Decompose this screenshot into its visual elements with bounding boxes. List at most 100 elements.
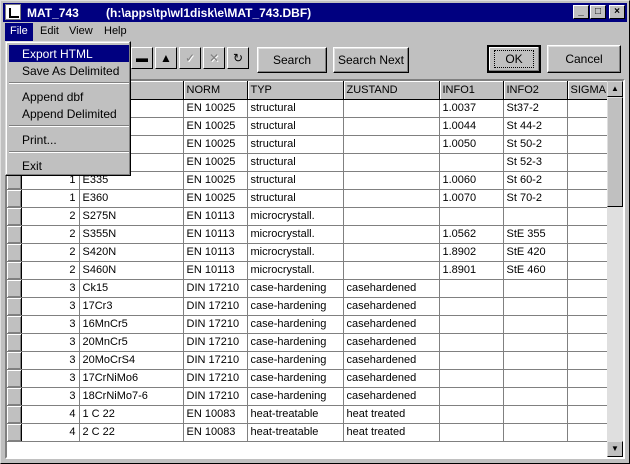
table-row[interactable]: 3 Ck15 DIN 17210 case-hardening casehardened bbox=[7, 279, 612, 298]
table-cell: 1.0037 bbox=[439, 99, 504, 118]
table-row[interactable]: 3 17Cr3 DIN 17210 case-hardening casehardene… bbox=[7, 297, 612, 316]
table-cell: case-hardening bbox=[247, 279, 344, 298]
table-row[interactable]: 2 S355N EN 10113 microcrystall. 1.0562 StE 35… bbox=[7, 225, 612, 244]
menu-item-print[interactable]: Print... bbox=[9, 131, 129, 148]
table-row[interactable]: 1 E360 EN 10025 structural 1.0070 St 70-2 bbox=[7, 189, 612, 208]
table-cell: St 60-2 bbox=[503, 171, 568, 190]
table-cell: EN 10113 bbox=[183, 207, 248, 226]
menu-help[interactable]: Help bbox=[99, 23, 132, 41]
table-cell: 3 bbox=[21, 333, 80, 352]
checkmark-icon[interactable]: ✓ bbox=[179, 47, 201, 69]
table-cell bbox=[567, 243, 612, 262]
close-button[interactable]: × bbox=[609, 5, 625, 19]
scroll-up-icon[interactable]: ▲ bbox=[607, 81, 623, 97]
column-header[interactable]: TYP bbox=[247, 81, 344, 100]
table-row[interactable]: 3 20MoCrS4 DIN 17210 case-hardening casehard… bbox=[7, 351, 612, 370]
table-cell: Ck15 bbox=[79, 279, 184, 298]
table-row[interactable]: 41 C 22 EN 10083 heat-treatable heat treate… bbox=[7, 405, 612, 424]
table-cell bbox=[439, 333, 504, 352]
table-cell: 3 bbox=[21, 315, 80, 334]
row-selector[interactable] bbox=[7, 369, 22, 388]
column-header[interactable]: NORM bbox=[183, 81, 248, 100]
row-selector[interactable] bbox=[7, 423, 22, 442]
table-row[interactable]: 42 C 22 EN 10083 heat-treatable heat treate… bbox=[7, 423, 612, 442]
app-icon[interactable] bbox=[5, 4, 21, 20]
minimize-button[interactable]: _ bbox=[573, 5, 589, 19]
table-cell: case-hardening bbox=[247, 333, 344, 352]
row-selector[interactable] bbox=[7, 351, 22, 370]
table-row[interactable]: 3 17CrNiMo6 DIN 17210 case-hardening casehar… bbox=[7, 369, 612, 388]
row-selector[interactable] bbox=[7, 279, 22, 298]
menu-item-save-as-delimited[interactable]: Save As Delimited bbox=[9, 62, 129, 79]
table-cell: 20MnCr5 bbox=[79, 333, 184, 352]
up-triangle-icon[interactable]: ▲ bbox=[155, 47, 177, 69]
table-cell: EN 10025 bbox=[183, 117, 248, 136]
scroll-down-icon[interactable]: ▼ bbox=[607, 441, 623, 457]
table-cell bbox=[567, 225, 612, 244]
row-selector[interactable] bbox=[7, 405, 22, 424]
row-selector[interactable] bbox=[7, 225, 22, 244]
refresh-icon[interactable]: ↻ bbox=[227, 47, 249, 69]
ok-button[interactable]: OK bbox=[487, 45, 541, 73]
column-header[interactable]: INFO2 bbox=[503, 81, 568, 100]
table-cell: EN 10025 bbox=[183, 153, 248, 172]
menu-bar: File Edit View Help bbox=[3, 23, 627, 41]
table-row[interactable]: 3 18CrNiMo7-6 DIN 17210 case-hardening caseh… bbox=[7, 387, 612, 406]
table-cell bbox=[439, 315, 504, 334]
menu-item-append-delimited[interactable]: Append Delimited bbox=[9, 105, 129, 122]
table-cell bbox=[439, 153, 504, 172]
table-cell bbox=[503, 279, 568, 298]
table-cell: DIN 17210 bbox=[183, 387, 248, 406]
menu-separator bbox=[9, 82, 129, 84]
table-cell: casehardened bbox=[343, 315, 440, 334]
row-selector[interactable] bbox=[7, 297, 22, 316]
table-cell: S355N bbox=[79, 225, 184, 244]
search-button[interactable]: Search bbox=[257, 47, 327, 73]
menu-view[interactable]: View bbox=[64, 23, 98, 41]
table-cell bbox=[567, 423, 612, 442]
x-icon[interactable]: ✕ bbox=[203, 47, 225, 69]
menu-edit[interactable]: Edit bbox=[35, 23, 64, 41]
menu-item-export-html[interactable]: Export HTML bbox=[9, 45, 129, 62]
row-selector[interactable] bbox=[7, 333, 22, 352]
table-cell bbox=[343, 99, 440, 118]
column-header[interactable]: SIGMA bbox=[567, 81, 612, 100]
table-cell: 20MoCrS4 bbox=[79, 351, 184, 370]
table-cell: 17CrNiMo6 bbox=[79, 369, 184, 388]
table-cell bbox=[567, 135, 612, 154]
title-bar[interactable]: MAT_743 (h:\apps\tp\wl1disk\e\MAT_743.DB… bbox=[3, 3, 627, 22]
row-selector[interactable] bbox=[7, 243, 22, 262]
table-cell: structural bbox=[247, 99, 344, 118]
table-cell: microcrystall. bbox=[247, 261, 344, 280]
table-row[interactable]: 2 S460N EN 10113 microcrystall. 1.8901 StE 46… bbox=[7, 261, 612, 280]
table-row[interactable]: 2 S275N EN 10113 microcrystall. bbox=[7, 207, 612, 226]
menu-file[interactable]: File bbox=[5, 23, 33, 41]
minus-icon[interactable]: ▬ bbox=[131, 47, 153, 69]
column-header[interactable]: INFO1 bbox=[439, 81, 504, 100]
row-selector[interactable] bbox=[7, 261, 22, 280]
application-window: MAT_743 (h:\apps\tp\wl1disk\e\MAT_743.DB… bbox=[0, 0, 630, 464]
table-cell: EN 10025 bbox=[183, 189, 248, 208]
row-selector[interactable] bbox=[7, 207, 22, 226]
table-cell: casehardened bbox=[343, 351, 440, 370]
table-row[interactable]: 3 20MnCr5 DIN 17210 case-hardening caseharde… bbox=[7, 333, 612, 352]
table-row[interactable]: 3 16MnCr5 DIN 17210 case-hardening caseharde… bbox=[7, 315, 612, 334]
maximize-button[interactable]: □ bbox=[590, 5, 606, 19]
table-cell: 3 bbox=[21, 279, 80, 298]
scroll-thumb[interactable] bbox=[607, 97, 623, 207]
table-row[interactable]: 2 S420N EN 10113 microcrystall. 1.8902 StE 42… bbox=[7, 243, 612, 262]
column-header[interactable]: ZUSTAND bbox=[343, 81, 440, 100]
table-cell: structural bbox=[247, 153, 344, 172]
table-cell: structural bbox=[247, 135, 344, 154]
table-cell bbox=[567, 333, 612, 352]
row-selector[interactable] bbox=[7, 315, 22, 334]
row-selector[interactable] bbox=[7, 387, 22, 406]
cancel-button[interactable]: Cancel bbox=[547, 45, 621, 73]
table-cell bbox=[439, 423, 504, 442]
search-next-button[interactable]: Search Next bbox=[333, 47, 409, 73]
vertical-scrollbar[interactable]: ▲ ▼ bbox=[607, 81, 623, 457]
menu-item-append-dbf[interactable]: Append dbf bbox=[9, 88, 129, 105]
table-cell: 3 bbox=[21, 351, 80, 370]
row-selector[interactable] bbox=[7, 189, 22, 208]
menu-item-exit[interactable]: Exit bbox=[9, 157, 129, 174]
